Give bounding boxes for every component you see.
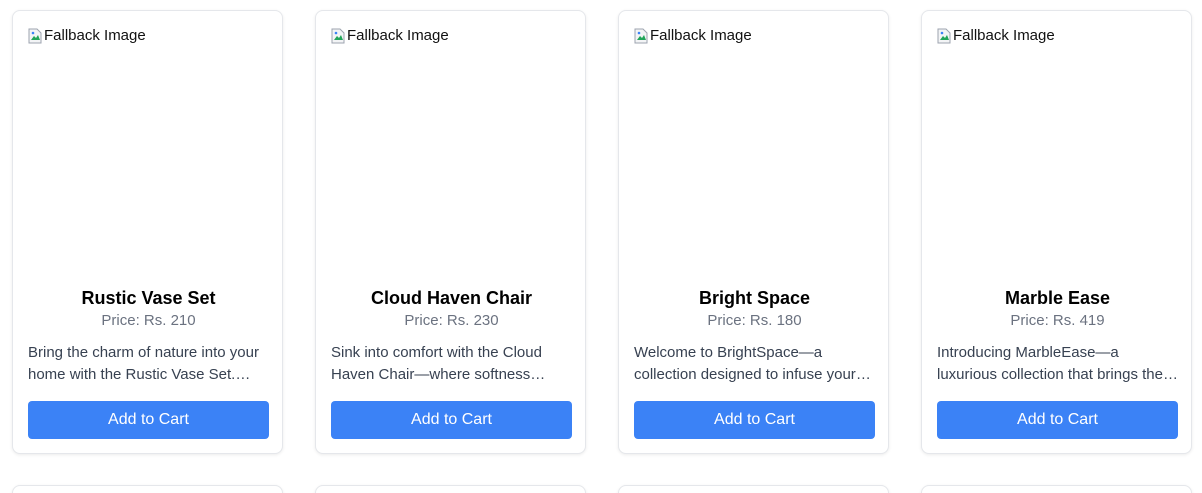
product-card: Fallback Image Cloud Haven Chair Price: …: [315, 10, 586, 454]
image-alt-text: Fallback Image: [44, 27, 146, 44]
product-card-partial: [315, 485, 586, 493]
broken-image-icon: [331, 28, 345, 44]
product-description: Sink into comfort with the Cloud Haven C…: [331, 344, 542, 383]
product-card-partial: [921, 485, 1192, 493]
product-description: Introducing MarbleEase—a luxurious colle…: [937, 344, 1163, 383]
product-title: Rustic Vase Set: [81, 288, 216, 308]
add-to-cart-button[interactable]: Add to Cart: [937, 401, 1178, 439]
product-price: Price: Rs. 230: [404, 312, 499, 329]
product-grid: Fallback Image Rustic Vase Set Price: Rs…: [0, 0, 1202, 493]
add-to-cart-button[interactable]: Add to Cart: [634, 401, 875, 439]
product-title: Bright Space: [698, 288, 811, 308]
add-to-cart-button[interactable]: Add to Cart: [331, 401, 572, 439]
product-price: Price: Rs. 180: [707, 312, 802, 329]
image-alt-text: Fallback Image: [953, 27, 1055, 44]
broken-image-icon: [937, 28, 951, 44]
broken-image-icon: [28, 28, 42, 44]
product-image: Fallback Image: [634, 27, 875, 277]
product-card-partial: [618, 485, 889, 493]
image-alt-text: Fallback Image: [347, 27, 449, 44]
product-image: Fallback Image: [28, 27, 269, 277]
product-title: Cloud Haven Chair: [370, 288, 533, 308]
product-card: Fallback Image Rustic Vase Set Price: Rs…: [12, 10, 283, 454]
broken-image-icon: [634, 28, 648, 44]
product-card: Fallback Image Marble Ease Price: Rs. 41…: [921, 10, 1192, 454]
product-card: Fallback Image Bright Space Price: Rs. 1…: [618, 10, 889, 454]
add-to-cart-button[interactable]: Add to Cart: [28, 401, 269, 439]
product-image: Fallback Image: [937, 27, 1178, 277]
product-price: Price: Rs. 210: [101, 312, 196, 329]
product-title: Marble Ease: [1004, 288, 1111, 308]
product-description: Bring the charm of nature into your home…: [28, 344, 259, 383]
product-image: Fallback Image: [331, 27, 572, 277]
product-card-partial: [12, 485, 283, 493]
product-description: Welcome to BrightSpace—a collection desi…: [634, 344, 856, 383]
product-price: Price: Rs. 419: [1010, 312, 1105, 329]
image-alt-text: Fallback Image: [650, 27, 752, 44]
